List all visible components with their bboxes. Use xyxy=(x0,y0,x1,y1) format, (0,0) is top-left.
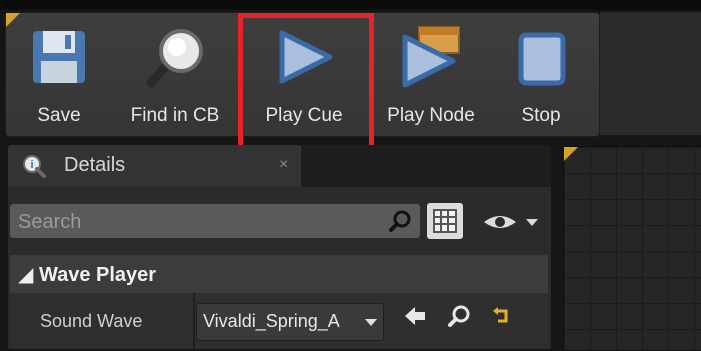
row-divider xyxy=(193,293,195,349)
chevron-down-icon xyxy=(365,319,377,326)
search-input[interactable] xyxy=(10,204,380,240)
stop-button[interactable]: Stop xyxy=(506,21,576,131)
floppy-disk-icon xyxy=(33,31,85,83)
search-icon xyxy=(389,210,411,232)
tab-strip-empty xyxy=(301,145,551,187)
sound-wave-dropdown[interactable]: Vivaldi_Spring_A xyxy=(196,303,384,341)
view-options-button[interactable] xyxy=(482,210,542,234)
tab-details[interactable]: i Details × xyxy=(8,145,301,187)
eye-icon xyxy=(484,216,538,228)
reset-to-default-icon[interactable] xyxy=(488,303,514,329)
browse-search-icon[interactable] xyxy=(446,303,472,329)
find-in-cb-button[interactable]: Find in CB xyxy=(116,21,234,131)
search-box xyxy=(10,204,420,240)
play-node-button[interactable]: Play Node xyxy=(376,21,486,131)
svg-text:i: i xyxy=(30,159,33,171)
graph-editor-panel[interactable] xyxy=(563,146,701,351)
magnifier-icon xyxy=(146,29,203,88)
wave-player-title: Wave Player xyxy=(38,264,157,286)
wave-player-header: ◢ Wave Player xyxy=(18,264,157,286)
save-label: Save xyxy=(37,105,81,126)
grid-icon xyxy=(433,209,457,233)
save-button[interactable]: Save xyxy=(14,21,104,131)
stop-label: Stop xyxy=(521,105,561,126)
sound-wave-label: Sound Wave xyxy=(40,311,143,331)
find-in-cb-label: Find in CB xyxy=(130,105,220,126)
wave-player-category[interactable]: ◢ Wave Player xyxy=(10,255,548,293)
window-top-strip xyxy=(0,0,701,10)
play-node-label: Play Node xyxy=(387,105,475,126)
property-matrix-button[interactable] xyxy=(427,203,463,239)
close-icon[interactable]: × xyxy=(279,156,288,174)
play-node-icon xyxy=(402,26,460,88)
sound-wave-value: Vivaldi_Spring_A xyxy=(203,311,340,331)
details-info-icon: i xyxy=(23,155,46,178)
use-selected-arrow-icon[interactable] xyxy=(402,303,428,329)
toolbar-empty-area xyxy=(600,12,701,135)
stop-square-icon xyxy=(518,32,566,86)
details-tab-label: Details xyxy=(64,154,126,176)
highlight-box xyxy=(238,13,374,151)
